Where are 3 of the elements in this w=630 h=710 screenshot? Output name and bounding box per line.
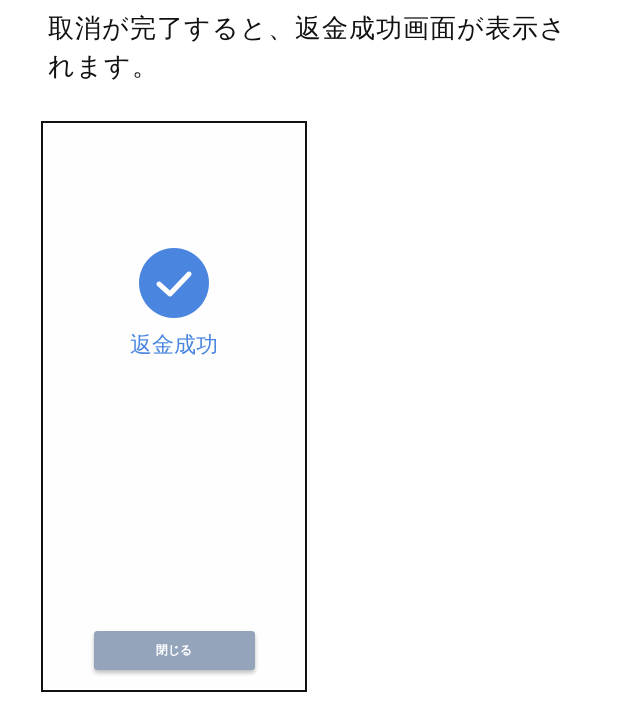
status-title: 返金成功 [130, 332, 218, 360]
check-circle-icon [139, 248, 209, 318]
instruction-text: 取消が完了すると、返金成功画面が表示されます。 [48, 13, 568, 84]
